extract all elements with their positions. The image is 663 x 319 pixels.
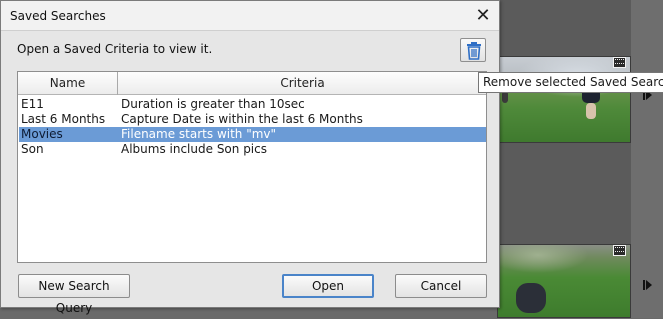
column-header-criteria[interactable]: Criteria [119, 72, 486, 95]
play-icon[interactable] [646, 280, 652, 290]
thumbnail-figure-legs [586, 103, 596, 119]
row-criteria: Capture Date is within the last 6 Months [121, 112, 363, 126]
row-name: E11 [21, 97, 44, 111]
trash-icon [467, 42, 481, 60]
instruction-text: Open a Saved Criteria to view it. [17, 42, 213, 56]
dialog-title: Saved Searches [10, 9, 106, 23]
close-icon[interactable]: ✕ [472, 5, 494, 27]
saved-searches-dialog: Saved Searches ✕ Open a Saved Criteria t… [0, 0, 500, 315]
thumbnail-figure [516, 283, 546, 313]
list-row-e11[interactable]: E11 Duration is greater than 10sec [19, 97, 486, 112]
column-header-name[interactable]: Name [18, 72, 118, 95]
open-button[interactable]: Open [282, 274, 374, 298]
media-browser-gutter [631, 0, 663, 318]
video-badge-icon [613, 245, 626, 256]
media-thumbnail[interactable] [497, 244, 631, 318]
saved-searches-list[interactable]: Name Criteria E11 Duration is greater th… [17, 71, 487, 263]
cancel-button[interactable]: Cancel [395, 274, 487, 298]
play-bar-icon [643, 280, 645, 290]
row-criteria: Duration is greater than 10sec [121, 97, 305, 111]
row-criteria: Albums include Son pics [121, 142, 267, 156]
delete-tooltip: Remove selected Saved Search [478, 72, 663, 93]
list-row-last-6-months[interactable]: Last 6 Months Capture Date is within the… [19, 112, 486, 127]
delete-saved-search-button[interactable] [460, 38, 486, 62]
dialog-titlebar[interactable]: Saved Searches ✕ [1, 1, 499, 31]
list-header: Name Criteria [18, 72, 486, 95]
row-criteria: Filename starts with "mv" [121, 127, 277, 141]
list-row-movies[interactable]: Movies Filename starts with "mv" [19, 127, 486, 142]
new-search-query-button[interactable]: New Search Query [18, 274, 130, 315]
media-thumbnail[interactable] [497, 56, 631, 143]
row-name: Son [21, 142, 44, 156]
row-name: Movies [21, 127, 63, 141]
row-name: Last 6 Months [21, 112, 106, 126]
list-row-son[interactable]: Son Albums include Son pics [19, 142, 486, 157]
video-badge-icon [613, 57, 626, 68]
